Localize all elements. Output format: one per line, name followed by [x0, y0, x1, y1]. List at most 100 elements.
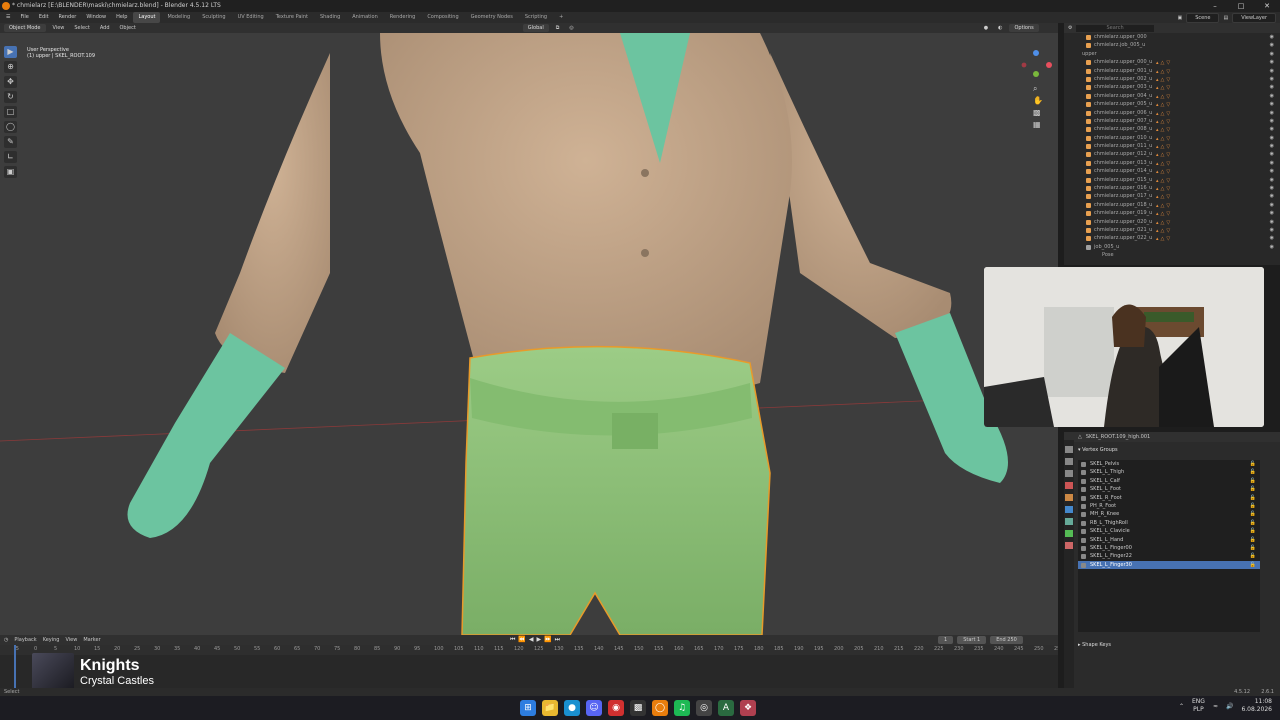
list-item[interactable]: chmielarz.upper_007_u ▴△▽ ◉	[1064, 117, 1280, 125]
editor-type-icon[interactable]: ☰	[2, 12, 14, 23]
scale-icon[interactable]: □	[4, 106, 17, 118]
list-item[interactable]: SKEL_L_Thigh 🔓	[1078, 468, 1260, 476]
list-item[interactable]: chmielarz.upper_021_u ▴△▽ ◉	[1064, 226, 1280, 234]
list-item[interactable]: chmielarz.upper_006_u ▴△▽ ◉	[1064, 109, 1280, 117]
tab-geometry-nodes[interactable]: Geometry Nodes	[466, 12, 518, 23]
tab-shading[interactable]: Shading	[315, 12, 345, 23]
obs-icon[interactable]: ◎	[696, 700, 712, 716]
discord-icon[interactable]: ☺	[586, 700, 602, 716]
transform-icon[interactable]: ◯	[4, 121, 17, 133]
list-item[interactable]: SKEL_R_Foot 🔓	[1078, 494, 1260, 502]
options-dropdown[interactable]: Options	[1009, 24, 1039, 32]
blender-icon[interactable]: ◯	[652, 700, 668, 716]
list-item[interactable]: chmielarz.upper_001_u ▴△▽ ◉	[1064, 67, 1280, 75]
list-item[interactable]: chmielarz.upper_016_u ▴△▽ ◉	[1064, 184, 1280, 192]
shape-keys-header[interactable]: ▸ Shape Keys	[1078, 642, 1111, 648]
scene-field[interactable]: Scene	[1186, 12, 1220, 23]
list-item[interactable]: chmielarz.upper_012_u ▴△▽ ◉	[1064, 150, 1280, 158]
list-item[interactable]: chmielarz.upper_002_u ▴△▽ ◉	[1064, 75, 1280, 83]
terminal-icon[interactable]: ▩	[630, 700, 646, 716]
spotify-icon[interactable]: ♫	[674, 700, 690, 716]
add-menu[interactable]: Add	[97, 25, 113, 31]
jump-end-icon[interactable]: ⏭	[555, 636, 560, 644]
filter-icon[interactable]: ⚙	[1068, 25, 1072, 31]
menu-edit[interactable]: Edit	[35, 12, 53, 23]
outliner[interactable]: ⚙ Search chmielarz.upper_000 ◉ chmielarz.…	[1064, 23, 1280, 265]
menu-window[interactable]: Window	[82, 12, 110, 23]
marker-menu[interactable]: Marker	[83, 637, 100, 643]
chevron-up-icon[interactable]: ⌃	[1179, 703, 1184, 710]
list-item[interactable]: chmielarz.job_005_u ◉	[1064, 41, 1280, 49]
snap-icon[interactable]: ⧉	[553, 25, 563, 31]
object-mode-dropdown[interactable]: Object Mode	[4, 24, 46, 32]
jump-start-icon[interactable]: ⏮	[510, 636, 515, 644]
tab-modeling[interactable]: Modeling	[162, 12, 195, 23]
select-menu[interactable]: Select	[71, 25, 92, 31]
app2-icon[interactable]: ❖	[740, 700, 756, 716]
select-box-icon[interactable]: ▶	[4, 46, 17, 58]
shading-material-icon[interactable]: ◐	[995, 25, 1005, 31]
tab-layout[interactable]: Layout	[133, 12, 161, 23]
orientation-dropdown[interactable]: Global	[522, 24, 549, 32]
cursor-icon[interactable]: ⊕	[4, 61, 17, 73]
minimize-button[interactable]: –	[1202, 0, 1228, 12]
list-item[interactable]: job_005_u ◉	[1064, 243, 1280, 251]
list-item[interactable]: SKEL_L_Finger22 🔓	[1078, 552, 1260, 560]
move-icon[interactable]: ✥	[4, 76, 17, 88]
list-item[interactable]: MH_R_Knee 🔓	[1078, 510, 1260, 518]
proportional-icon[interactable]: ◎	[566, 25, 576, 31]
play-reverse-icon[interactable]: ◀	[529, 636, 534, 644]
list-item[interactable]: chmielarz.upper_020_u ▴△▽ ◉	[1064, 218, 1280, 226]
list-item[interactable]: chmielarz.upper_004_u ▴△▽ ◉	[1064, 92, 1280, 100]
add-cube-icon[interactable]: ▣	[4, 166, 17, 178]
menu-help[interactable]: Help	[112, 12, 131, 23]
measure-icon[interactable]: ∟	[4, 151, 17, 163]
wifi-icon[interactable]: ≈	[1213, 703, 1218, 710]
properties-tabs[interactable]	[1064, 440, 1074, 688]
chrome-icon[interactable]: ◉	[608, 700, 624, 716]
object-menu[interactable]: Object	[117, 25, 139, 31]
vertex-groups-header[interactable]: ▾ Vertex Groups	[1078, 447, 1118, 453]
menu-file[interactable]: File	[16, 12, 32, 23]
list-item[interactable]: chmielarz.upper_017_u ▴△▽ ◉	[1064, 192, 1280, 200]
list-item[interactable]: chmielarz.upper_010_u ▴△▽ ◉	[1064, 134, 1280, 142]
list-item-selected[interactable]: SKEL_L_Finger30 🔓	[1078, 560, 1260, 570]
maximize-button[interactable]: □	[1228, 0, 1254, 12]
outliner-search[interactable]: Search	[1076, 24, 1154, 32]
list-item[interactable]: SKEL_Pelvis 🔓	[1078, 460, 1260, 468]
list-item[interactable]: chmielarz.upper_014_u ▴△▽ ◉	[1064, 167, 1280, 175]
editor-type-icon[interactable]: ◷	[4, 637, 8, 643]
end-frame-field[interactable]: End 250	[990, 636, 1023, 644]
annotate-icon[interactable]: ✎	[4, 136, 17, 148]
list-item[interactable]: SKEL_L_Clavicle 🔓	[1078, 527, 1260, 535]
play-icon[interactable]: ▶	[537, 636, 542, 644]
clock[interactable]: 11:08 6.08.2026	[1241, 698, 1272, 714]
list-item[interactable]: chmielarz.upper_018_u ▴△▽ ◉	[1064, 201, 1280, 209]
list-item[interactable]: SKEL_L_Finger00 🔓	[1078, 544, 1260, 552]
explorer-icon[interactable]: 📁	[542, 700, 558, 716]
list-item[interactable]: chmielarz.upper_000_u ▴△▽ ◉	[1064, 58, 1280, 66]
tab-animation[interactable]: Animation	[347, 12, 383, 23]
list-item[interactable]: chmielarz.upper_005_u ▴△▽ ◉	[1064, 100, 1280, 108]
start-frame-field[interactable]: Start 1	[957, 636, 987, 644]
playhead[interactable]	[14, 645, 16, 688]
list-item[interactable]: SKEL_L_Calf 🔓	[1078, 477, 1260, 485]
next-key-icon[interactable]: ⏩	[544, 636, 551, 644]
list-item[interactable]: chmielarz.upper_022_u ▴△▽ ◉	[1064, 234, 1280, 242]
prev-key-icon[interactable]: ⏪	[518, 636, 525, 644]
object-name[interactable]: SKEL_ROOT.109_high.001	[1086, 434, 1150, 440]
list-item[interactable]: chmielarz.upper_015_u ▴△▽ ◉	[1064, 176, 1280, 184]
list-item[interactable]: Pose	[1064, 251, 1280, 259]
tab-texture-paint[interactable]: Texture Paint	[271, 12, 313, 23]
rotate-icon[interactable]: ↻	[4, 91, 17, 103]
3d-viewport[interactable]	[0, 33, 1058, 635]
app-icon[interactable]: A	[718, 700, 734, 716]
list-item[interactable]: chmielarz.upper_000 ◉	[1064, 33, 1280, 41]
view-menu[interactable]: View	[65, 637, 77, 643]
volume-icon[interactable]: 🔊	[1226, 703, 1233, 710]
navigation-gizmo[interactable]: ⌕ ✋ ▩ ▦	[1016, 47, 1056, 133]
list-item[interactable]: chmielarz.upper_011_u ▴△▽ ◉	[1064, 142, 1280, 150]
list-item[interactable]: SKEL_L_Foot 🔓	[1078, 485, 1260, 493]
list-item[interactable]: chmielarz.upper_013_u ▴△▽ ◉	[1064, 159, 1280, 167]
tab-scripting[interactable]: Scripting	[520, 12, 552, 23]
